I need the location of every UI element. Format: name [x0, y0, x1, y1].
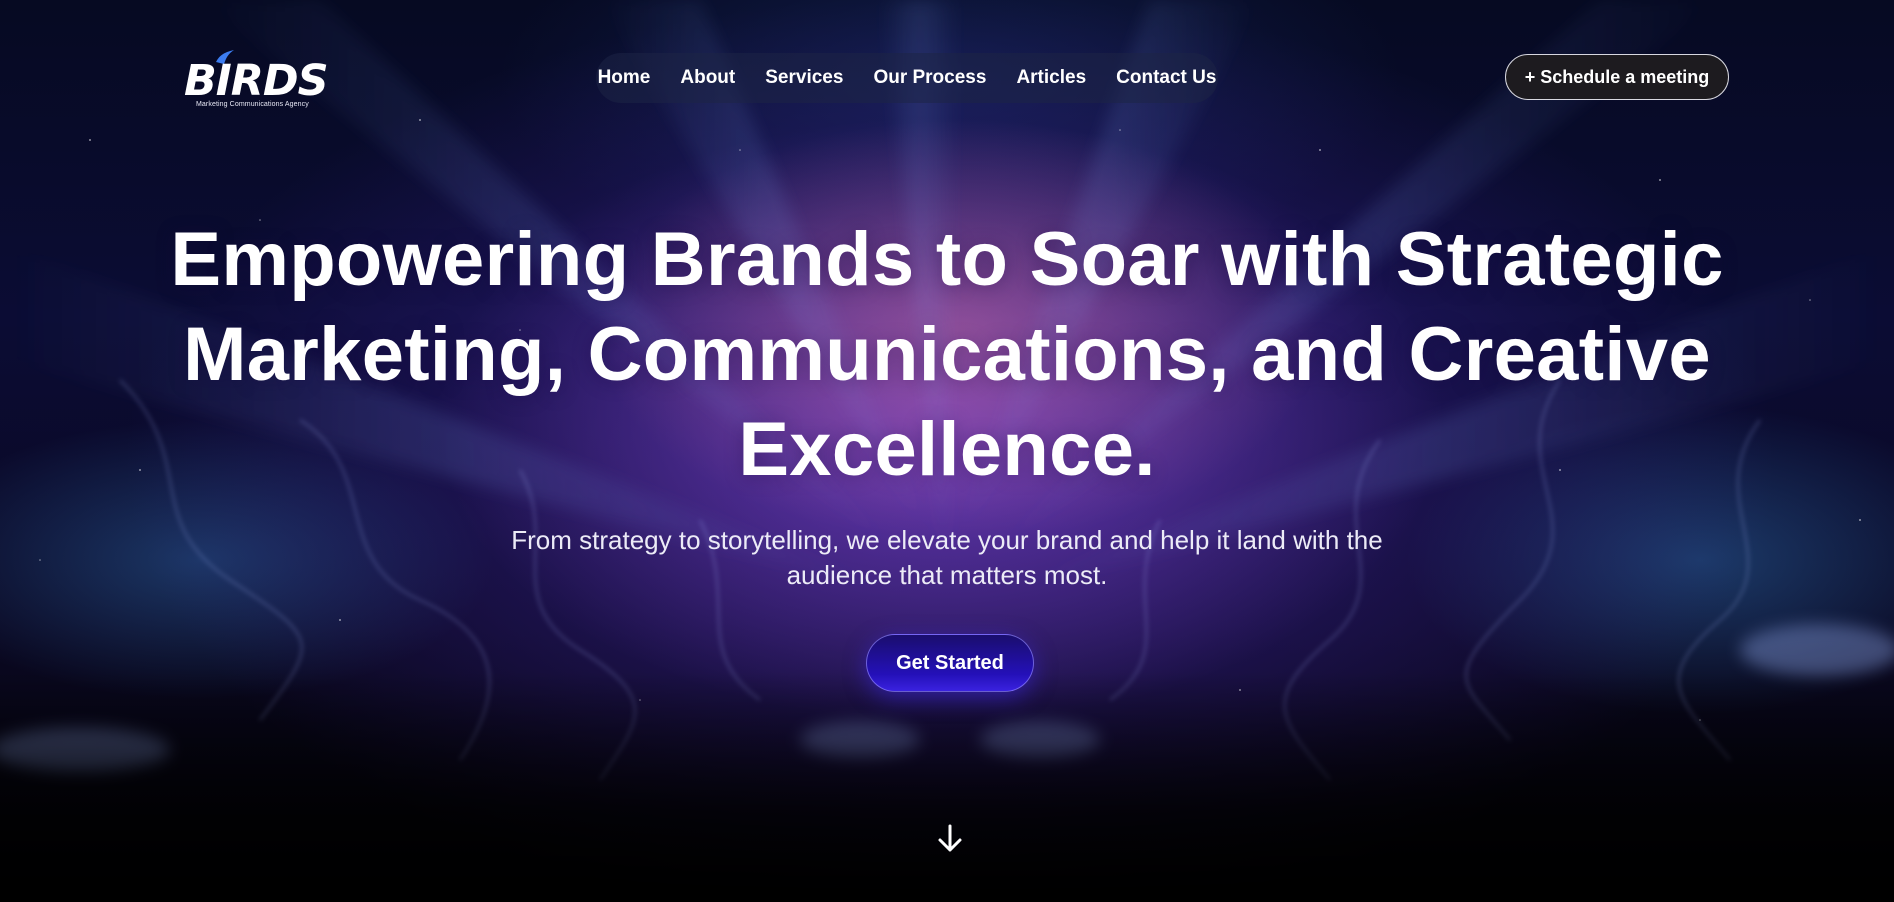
nav-item-articles[interactable]: Articles	[1001, 67, 1101, 89]
main-nav: Home About Services Our Process Articles…	[596, 53, 1218, 103]
get-started-button[interactable]: Get Started	[866, 634, 1034, 692]
hero-title: Empowering Brands to Soar with Strategic…	[170, 217, 1724, 492]
bottom-fade	[0, 672, 1894, 902]
logo-tagline: Marketing Communications Agency	[196, 101, 309, 108]
hero-subtitle: From strategy to storytelling, we elevat…	[511, 525, 1383, 590]
logo-wordmark: BIRDS	[184, 56, 329, 106]
arrow-down-icon[interactable]	[933, 822, 967, 856]
brand-logo[interactable]: BIRDS Marketing Communications Agency	[184, 48, 329, 110]
schedule-meeting-button[interactable]: + Schedule a meeting	[1505, 54, 1729, 100]
nav-item-about[interactable]: About	[665, 67, 750, 89]
landing-page: BIRDS Marketing Communications Agency Ho…	[0, 0, 1894, 902]
nav-item-contact-us[interactable]: Contact Us	[1101, 67, 1231, 89]
nav-item-home[interactable]: Home	[583, 67, 666, 89]
nav-item-our-process[interactable]: Our Process	[858, 67, 1001, 89]
nav-item-services[interactable]: Services	[750, 67, 858, 89]
